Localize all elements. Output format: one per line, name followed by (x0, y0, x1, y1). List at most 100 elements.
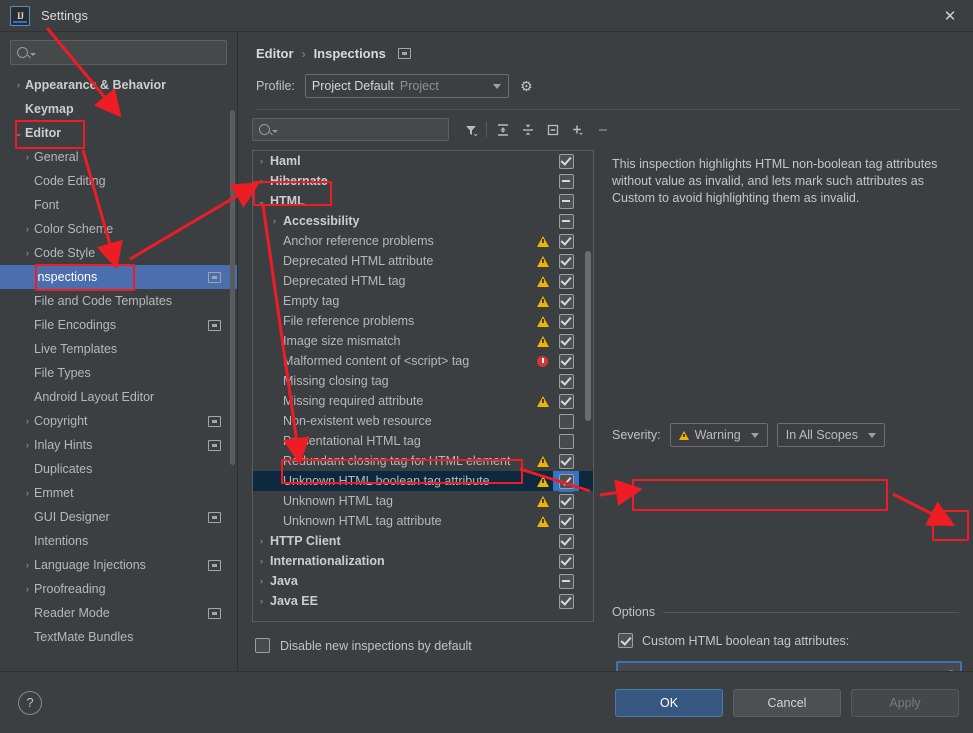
sidebar-item-reader-mode[interactable]: Reader Mode (0, 601, 237, 625)
reset-icon[interactable] (540, 119, 565, 141)
inspection-checkbox-cell[interactable] (553, 151, 579, 171)
inspection-checkbox[interactable] (558, 193, 574, 209)
chevron-right-icon[interactable]: › (253, 576, 270, 586)
chevron-right-icon[interactable]: › (21, 560, 34, 570)
inspection-checkbox-cell[interactable] (553, 191, 579, 211)
inspection-row[interactable]: › Accessibility (253, 211, 593, 231)
chevron-down-icon[interactable]: ⌄ (12, 128, 25, 138)
chevron-right-icon[interactable]: › (253, 596, 270, 606)
inspection-checkbox-cell[interactable] (553, 511, 579, 531)
sidebar-item-duplicates[interactable]: Duplicates (0, 457, 237, 481)
gear-icon[interactable]: ⚙ (519, 78, 534, 94)
chevron-right-icon[interactable]: › (253, 176, 270, 186)
chevron-right-icon[interactable]: › (21, 224, 34, 234)
scope-dropdown[interactable]: In All Scopes (776, 423, 885, 447)
inspection-checkbox-cell[interactable] (553, 371, 579, 391)
inspection-checkbox-cell[interactable] (553, 291, 579, 311)
help-icon[interactable]: ? (18, 690, 42, 715)
sidebar-item-keymap[interactable]: Keymap (0, 97, 237, 121)
cancel-button[interactable]: Cancel (733, 688, 841, 717)
chevron-right-icon[interactable]: › (21, 584, 34, 594)
sidebar-item-color-scheme[interactable]: › Color Scheme (0, 217, 237, 241)
ok-button[interactable]: OK (615, 688, 723, 717)
inspection-checkbox-cell[interactable] (553, 231, 579, 251)
inspection-checkbox-cell[interactable] (553, 311, 579, 331)
inspection-checkbox-cell[interactable] (553, 591, 579, 611)
chevron-right-icon[interactable]: › (253, 536, 270, 546)
sidebar-item-font[interactable]: Font (0, 193, 237, 217)
inspection-row[interactable]: › Hibernate (253, 171, 593, 191)
inspection-checkbox[interactable] (558, 553, 574, 569)
chevron-right-icon[interactable]: › (253, 156, 270, 166)
inspection-checkbox-cell[interactable] (553, 211, 579, 231)
inspection-checkbox[interactable] (558, 513, 574, 529)
inspection-checkbox-cell[interactable] (553, 451, 579, 471)
sidebar-item-code-editing[interactable]: Code Editing (0, 169, 237, 193)
inspection-checkbox-cell[interactable] (553, 171, 579, 191)
inspection-checkbox[interactable] (558, 273, 574, 289)
inspection-row[interactable]: Non-existent web resource (253, 411, 593, 431)
expand-all-icon[interactable] (490, 119, 515, 141)
inspection-checkbox[interactable] (558, 313, 574, 329)
inspection-checkbox[interactable] (555, 470, 577, 492)
chevron-right-icon[interactable]: › (21, 440, 34, 450)
inspection-row[interactable]: › Java EE (253, 591, 593, 611)
inspection-checkbox[interactable] (558, 333, 574, 349)
disable-new-inspections-checkbox[interactable] (255, 638, 270, 653)
sidebar-item-textmate-bundles[interactable]: TextMate Bundles (0, 625, 237, 649)
custom-attributes-checkbox-row[interactable]: Custom HTML boolean tag attributes: (618, 633, 849, 648)
sidebar-item-inlay-hints[interactable]: › Inlay Hints (0, 433, 237, 457)
chevron-down-icon[interactable]: ⌄ (253, 196, 270, 207)
sidebar-scrollbar[interactable] (230, 110, 235, 465)
inspection-checkbox-cell[interactable] (553, 331, 579, 351)
sidebar-item-emmet[interactable]: › Emmet (0, 481, 237, 505)
chevron-right-icon[interactable]: › (12, 80, 25, 90)
search-input[interactable] (10, 40, 227, 65)
chevron-right-icon[interactable]: › (253, 556, 270, 566)
sidebar-item-intentions[interactable]: Intentions (0, 529, 237, 553)
sidebar-item-general[interactable]: › General (0, 145, 237, 169)
inspection-checkbox-cell[interactable] (553, 470, 579, 492)
add-icon[interactable] (565, 119, 590, 141)
sidebar-item-language-injections[interactable]: › Language Injections (0, 553, 237, 577)
inspection-checkbox[interactable] (558, 493, 574, 509)
sidebar-item-gui-designer[interactable]: GUI Designer (0, 505, 237, 529)
inspection-checkbox-cell[interactable] (553, 571, 579, 591)
inspection-checkbox-cell[interactable] (553, 351, 579, 371)
inspection-row[interactable]: › Haml (253, 151, 593, 171)
sidebar-item-android-layout-editor[interactable]: Android Layout Editor (0, 385, 237, 409)
inspection-row[interactable]: ⌄ HTML (253, 191, 593, 211)
disable-new-inspections-row[interactable]: Disable new inspections by default (255, 638, 472, 653)
custom-attributes-checkbox[interactable] (618, 633, 633, 648)
sidebar-item-appearance-behavior[interactable]: › Appearance & Behavior (0, 73, 237, 97)
inspection-checkbox[interactable] (558, 173, 574, 189)
breadcrumb-parent[interactable]: Editor (256, 46, 294, 61)
inspection-row[interactable]: File reference problems (253, 311, 593, 331)
sidebar-item-live-templates[interactable]: Live Templates (0, 337, 237, 361)
inspection-row[interactable]: Unknown HTML tag attribute (253, 511, 593, 531)
inspection-checkbox-cell[interactable] (553, 411, 579, 431)
inspections-tree-scrollbar[interactable] (585, 251, 591, 421)
inspection-checkbox-cell[interactable] (553, 271, 579, 291)
filter-icon[interactable] (458, 119, 483, 141)
inspection-row[interactable]: › Internationalization (253, 551, 593, 571)
inspection-checkbox[interactable] (558, 153, 574, 169)
inspection-checkbox[interactable] (558, 393, 574, 409)
chevron-right-icon[interactable]: › (21, 416, 34, 426)
sidebar-item-file-types[interactable]: File Types (0, 361, 237, 385)
sidebar-item-file-encodings[interactable]: File Encodings (0, 313, 237, 337)
inspection-checkbox-cell[interactable] (553, 391, 579, 411)
inspection-row[interactable]: Anchor reference problems (253, 231, 593, 251)
chevron-right-icon[interactable]: › (21, 248, 34, 258)
inspection-row[interactable]: Presentational HTML tag (253, 431, 593, 451)
profile-dropdown[interactable]: Project Default Project (304, 74, 509, 98)
inspection-checkbox-cell[interactable] (553, 431, 579, 451)
inspection-row[interactable]: Image size mismatch (253, 331, 593, 351)
inspection-row[interactable]: Empty tag (253, 291, 593, 311)
sidebar-item-proofreading[interactable]: › Proofreading (0, 577, 237, 601)
inspection-checkbox-cell[interactable] (553, 251, 579, 271)
chevron-right-icon[interactable]: › (266, 216, 283, 226)
inspection-checkbox[interactable] (558, 453, 574, 469)
inspection-checkbox[interactable] (558, 433, 574, 449)
sidebar-item-file-and-code-templates[interactable]: File and Code Templates (0, 289, 237, 313)
